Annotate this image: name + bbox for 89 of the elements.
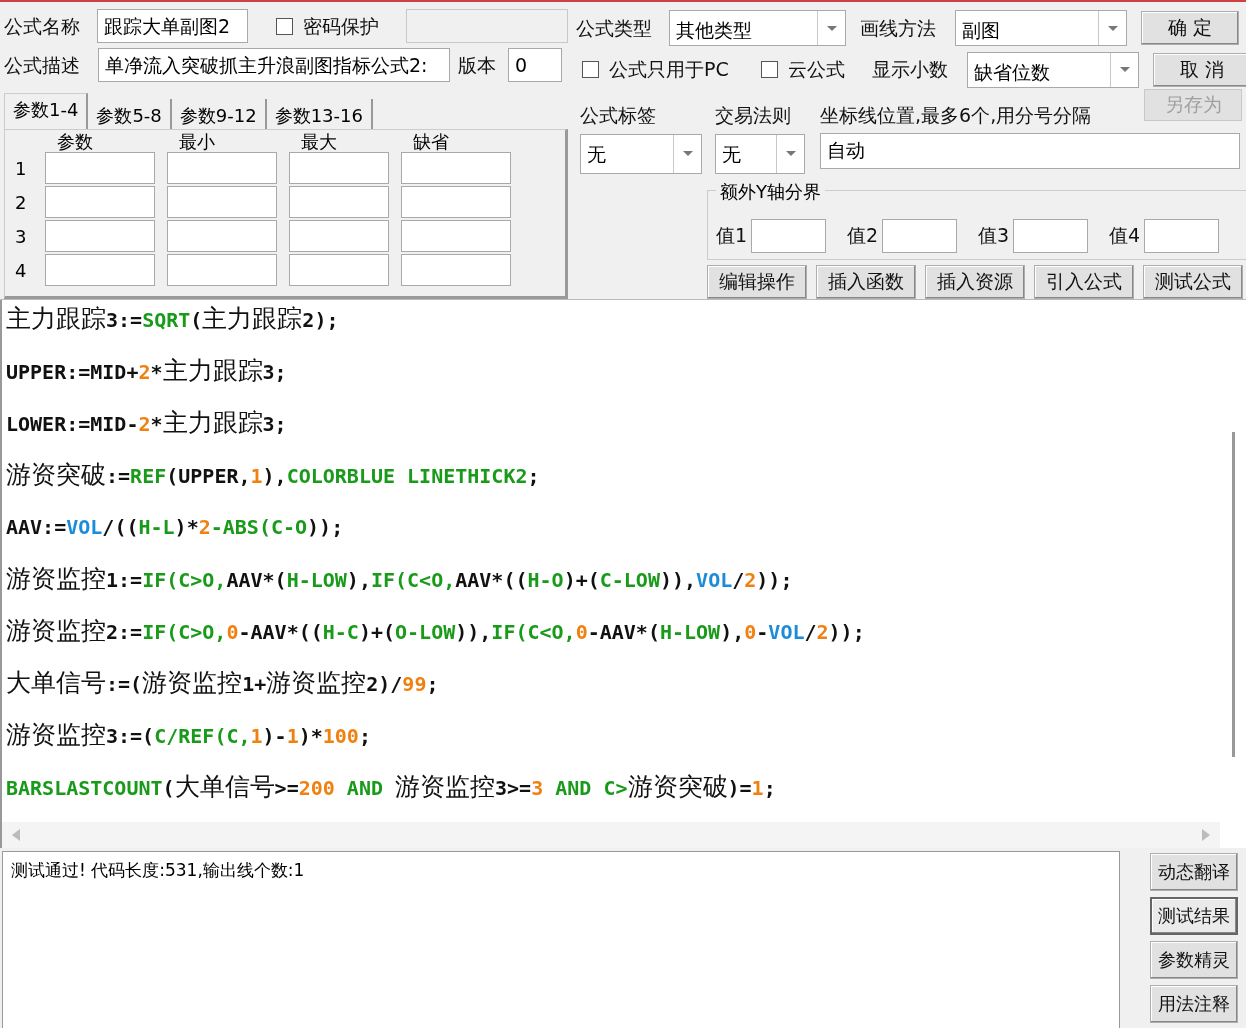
code-line: BARSLASTCOUNT(大单信号>=200 AND 游资监控3>=3 AND C>游资突破)=1; — [6, 771, 776, 803]
field-label: 公式名称 — [4, 16, 81, 36]
row-number: 4 — [15, 259, 28, 281]
caret-icon — [785, 151, 796, 157]
param-field[interactable] — [401, 186, 511, 218]
code-line: 游资监控2:=IF(C>O,0-AAV*((H-C)+(O-LOW)),IF(C<O,0-AAV*(H-LOW),0-VOL/2)); — [6, 615, 865, 647]
toolbar-button[interactable]: 编辑操作 — [707, 265, 807, 299]
field-label: 画线方法 — [860, 18, 937, 38]
code-line: 游资监控1:=IF(C>O,AAV*(H-LOW),IF(C<O,AAV*((H-O)+(C-LOW)),VOL/2)); — [6, 563, 793, 595]
field-label: 版本 — [458, 55, 497, 75]
tag-dropdown[interactable]: 无 — [580, 133, 702, 174]
checkbox[interactable] — [761, 61, 778, 79]
field-label: 值1 — [716, 226, 748, 246]
param-field[interactable] — [45, 254, 155, 286]
param-field[interactable] — [167, 220, 277, 252]
checkbox[interactable] — [275, 17, 293, 35]
description-field[interactable]: 单净流入突破抓主升浪副图指标公式2: — [98, 48, 450, 82]
checkbox-label: 公式只用于PC — [609, 60, 730, 80]
code-line: 游资监控3:=(C/REF(C,1)-1)*100; — [6, 719, 371, 751]
param-field[interactable] — [401, 220, 511, 252]
version-field[interactable]: 0 — [508, 48, 562, 82]
value-field[interactable] — [1144, 218, 1220, 253]
scrollbar-thumb[interactable] — [1232, 432, 1235, 757]
column-header: 参数 — [56, 130, 94, 150]
code-line: AAV:=VOL/((H-L)*2-ABS(C-O)); — [6, 514, 344, 541]
caret-icon — [1107, 25, 1118, 31]
draw-method-dropdown[interactable]: 副图 — [955, 10, 1127, 47]
dialog-button[interactable]: 确 定 — [1141, 11, 1239, 46]
decimals-dropdown[interactable]: 缺省位数 — [967, 51, 1139, 88]
side-button[interactable]: 测试结果 — [1150, 897, 1238, 935]
caret-icon — [682, 151, 693, 157]
side-button[interactable]: 用法注释 — [1150, 985, 1238, 1023]
field-label: 显示小数 — [872, 60, 949, 80]
group-title: 额外Y轴分界 — [716, 179, 825, 204]
password-field[interactable] — [405, 9, 568, 43]
param-field[interactable] — [289, 220, 389, 252]
code-line: 大单信号:=(游资监控1+游资监控2)/99; — [6, 667, 439, 699]
field-label: 公式标签 — [580, 106, 657, 129]
param-field[interactable] — [167, 186, 277, 218]
field-label: 公式类型 — [576, 18, 653, 38]
checkbox[interactable] — [582, 61, 599, 79]
param-field[interactable] — [167, 254, 277, 286]
param-field[interactable] — [289, 152, 389, 184]
field-label: 坐标线位置,最多6个,用分号分隔 — [820, 106, 1093, 129]
tab[interactable]: 参数1-4 — [4, 93, 89, 129]
code-line: 游资突破:=REF(UPPER,1),COLORBLUE LINETHICK2; — [6, 459, 540, 491]
value-field[interactable] — [751, 218, 827, 253]
dialog-button[interactable]: 取 消 — [1153, 52, 1246, 87]
code-line: 主力跟踪3:=SQRT(主力跟踪2); — [6, 303, 339, 335]
param-field[interactable] — [167, 152, 277, 184]
toolbar-button[interactable]: 插入函数 — [816, 265, 916, 299]
param-field[interactable] — [45, 186, 155, 218]
side-button[interactable]: 参数精灵 — [1150, 941, 1238, 979]
caret-icon — [1119, 67, 1130, 73]
field-label: 值3 — [978, 226, 1010, 246]
column-header: 最大 — [300, 130, 338, 150]
field-label: 公式描述 — [4, 55, 81, 75]
toolbar-button[interactable]: 插入资源 — [925, 265, 1025, 299]
param-field[interactable] — [401, 254, 511, 286]
checkbox-label: 密码保护 — [302, 16, 380, 36]
caret-icon — [826, 25, 837, 31]
output-text: 测试通过! 代码长度:531,输出线个数:1 — [11, 860, 305, 880]
param-field[interactable] — [401, 152, 511, 184]
toolbar-button[interactable]: 测试公式 — [1143, 265, 1243, 299]
side-button[interactable]: 动态翻译 — [1150, 853, 1238, 891]
trade-rule-dropdown[interactable]: 无 — [715, 133, 805, 174]
value-field[interactable] — [882, 218, 958, 253]
row-number: 3 — [15, 225, 28, 247]
param-field[interactable] — [289, 254, 389, 286]
scroll-right-icon[interactable] — [1202, 829, 1210, 841]
name-field[interactable]: 跟踪大单副图2 — [97, 9, 248, 43]
code-line: UPPER:=MID+2*主力跟踪3; — [6, 355, 287, 387]
toolbar-button[interactable]: 引入公式 — [1034, 265, 1134, 299]
checkbox-label: 云公式 — [788, 60, 846, 80]
param-field[interactable] — [289, 186, 389, 218]
row-number: 2 — [15, 191, 28, 213]
field-label: 值4 — [1109, 226, 1141, 246]
param-field[interactable] — [45, 220, 155, 252]
field-label: 值2 — [847, 226, 879, 246]
type-dropdown[interactable]: 其他类型 — [669, 10, 846, 47]
code-line: LOWER:=MID-2*主力跟踪3; — [6, 407, 287, 439]
param-field[interactable] — [45, 152, 155, 184]
value-field[interactable] — [1013, 218, 1089, 253]
axis-field[interactable]: 自动 — [820, 133, 1240, 170]
field-label: 交易法则 — [715, 106, 792, 129]
column-header: 缺省 — [412, 130, 450, 150]
row-number: 1 — [15, 157, 28, 179]
column-header: 最小 — [178, 130, 216, 150]
scroll-left-icon[interactable] — [12, 829, 20, 841]
